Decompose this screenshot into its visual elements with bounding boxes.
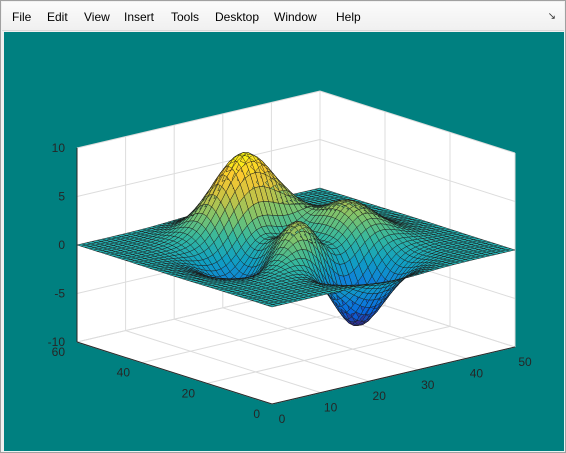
menu-edit[interactable]: Edit: [47, 10, 68, 24]
figure-canvas: 0 10 20 30 40 50 0 20 40 60 -10 -5 0 5 10: [4, 32, 564, 451]
menu-file[interactable]: File: [12, 10, 31, 24]
menu-desktop[interactable]: Desktop: [215, 10, 259, 24]
x-tick-label: 40: [470, 366, 484, 380]
menu-view[interactable]: View: [84, 10, 110, 24]
x-tick-label: 30: [421, 378, 435, 392]
y-tick-label: 20: [182, 386, 196, 400]
figure-window: File Edit View Insert Tools Desktop Wind…: [0, 0, 566, 453]
z-tick-label: 5: [58, 190, 65, 204]
x-tick-label: 20: [373, 389, 387, 403]
z-tick-label: -10: [48, 335, 66, 349]
z-tick-label: 0: [58, 238, 65, 252]
y-tick-label: 40: [117, 366, 131, 380]
menu-tools[interactable]: Tools: [171, 10, 199, 24]
menu-insert[interactable]: Insert: [124, 10, 154, 24]
menu-bar: File Edit View Insert Tools Desktop Wind…: [2, 2, 564, 31]
y-tick-label: 0: [253, 407, 260, 421]
menu-help[interactable]: Help: [336, 10, 361, 24]
surface-axes[interactable]: 010203040500204060-10-50510: [4, 32, 564, 451]
x-tick-label: 10: [324, 401, 338, 415]
x-tick-label: 50: [518, 355, 532, 369]
z-tick-label: -5: [54, 287, 65, 301]
menu-window[interactable]: Window: [274, 10, 317, 24]
dock-arrow-icon[interactable]: ↘: [548, 11, 556, 22]
z-tick-label: 10: [52, 141, 66, 155]
x-tick-label: 0: [279, 412, 286, 426]
